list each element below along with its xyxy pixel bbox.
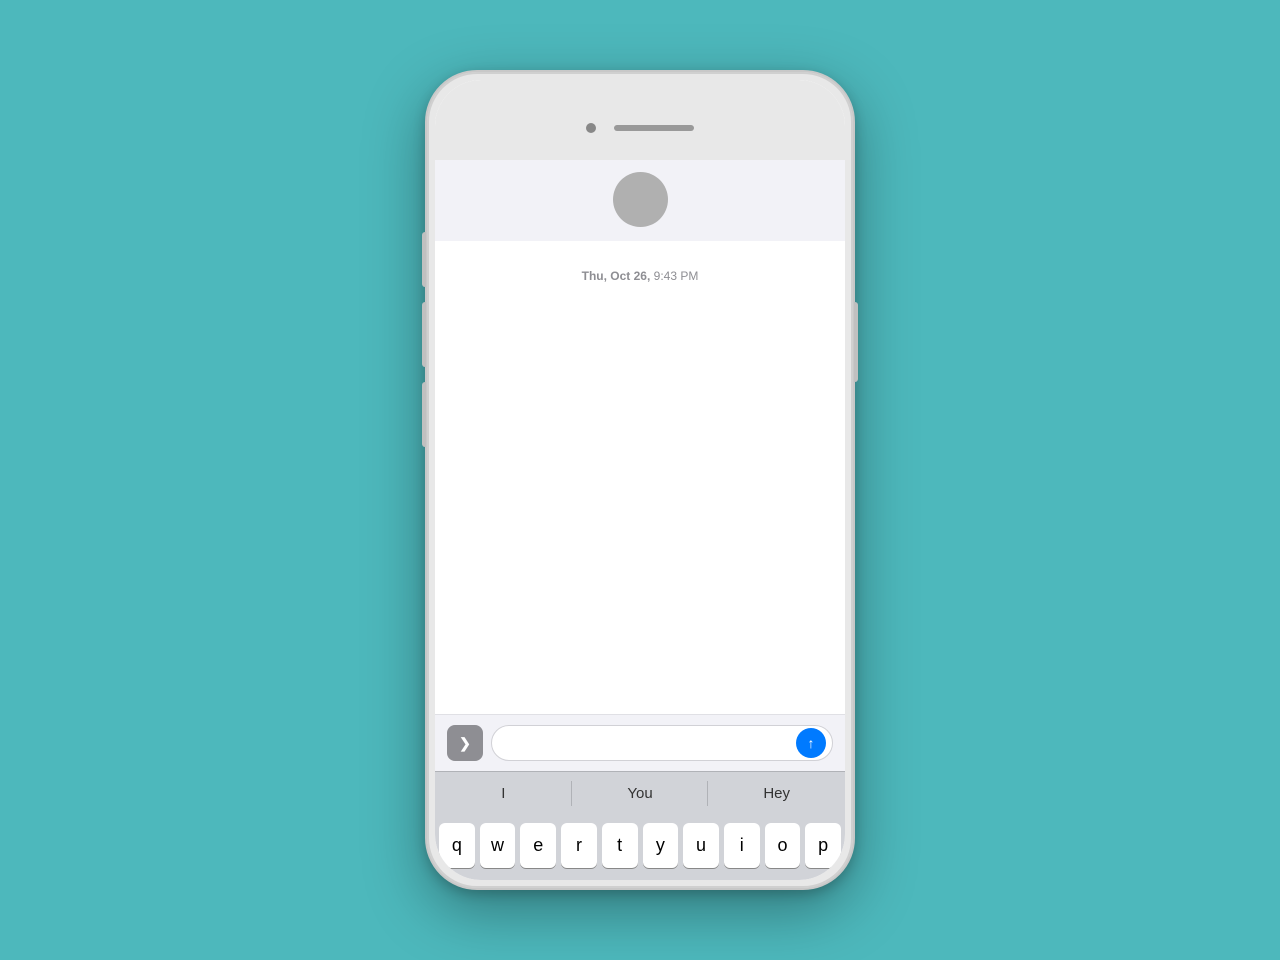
message-timestamp: Thu, Oct 26, 9:43 PM <box>582 269 699 283</box>
key-y[interactable]: y <box>643 823 679 868</box>
key-t[interactable]: t <box>602 823 638 868</box>
input-bar: ❯ ↑ <box>435 714 845 771</box>
keyboard-row-1: q w e r t y u i o p <box>439 823 841 868</box>
key-p[interactable]: p <box>805 823 841 868</box>
predictive-label-hey: Hey <box>763 785 790 802</box>
phone-inner: Thu, Oct 26, 9:43 PM ❯ ↑ I <box>435 80 845 880</box>
key-w[interactable]: w <box>480 823 516 868</box>
send-button[interactable]: ↑ <box>796 728 826 758</box>
contact-avatar[interactable] <box>613 172 668 227</box>
screen: Thu, Oct 26, 9:43 PM ❯ ↑ I <box>435 160 845 880</box>
predictive-text-bar: I You Hey <box>435 771 845 815</box>
volume-down-button <box>422 382 426 447</box>
predictive-label-i: I <box>501 785 505 802</box>
contact-header <box>435 160 845 241</box>
phone-frame: Thu, Oct 26, 9:43 PM ❯ ↑ I <box>425 70 855 890</box>
predictive-word-you[interactable]: You <box>572 772 709 815</box>
volume-up-button <box>422 302 426 367</box>
timestamp-date: Thu, Oct 26, <box>582 269 651 283</box>
predictive-word-hey[interactable]: Hey <box>708 772 845 815</box>
key-i[interactable]: i <box>724 823 760 868</box>
message-input[interactable] <box>506 735 796 752</box>
expand-button[interactable]: ❯ <box>447 725 483 761</box>
power-button <box>854 302 858 382</box>
key-o[interactable]: o <box>765 823 801 868</box>
key-e[interactable]: e <box>520 823 556 868</box>
message-input-wrapper: ↑ <box>491 725 833 761</box>
key-q[interactable]: q <box>439 823 475 868</box>
front-camera <box>586 123 596 133</box>
timestamp-time: 9:43 PM <box>654 269 699 283</box>
key-u[interactable]: u <box>683 823 719 868</box>
phone-top-bar <box>435 80 845 160</box>
key-r[interactable]: r <box>561 823 597 868</box>
predictive-label-you: You <box>627 785 652 802</box>
send-icon: ↑ <box>808 736 815 750</box>
speaker <box>614 125 694 131</box>
messages-area: Thu, Oct 26, 9:43 PM <box>435 241 845 714</box>
expand-icon: ❯ <box>459 735 471 752</box>
predictive-word-i[interactable]: I <box>435 772 572 815</box>
keyboard: q w e r t y u i o p <box>435 815 845 880</box>
